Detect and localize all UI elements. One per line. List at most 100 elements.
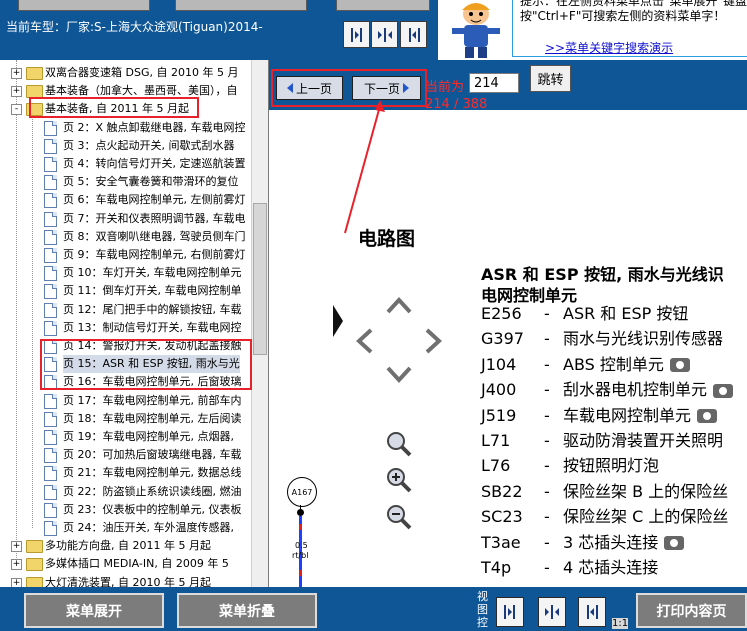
page-icon [44,466,57,482]
camera-icon[interactable] [713,383,734,398]
tree-item-label: 多功能方向盘, 自 2011 年 5 月起 [45,539,211,553]
zoom-out-button[interactable] [385,503,413,534]
legend-dash: - [544,380,550,400]
zoom-tool-button[interactable] [385,430,413,461]
page-number-input[interactable] [469,73,519,93]
legend-code: L76 [481,456,511,476]
legend-code: SC23 [481,507,523,527]
tree-item-label: 页 3：点火起动开关, 间歇式刮水器 [63,138,235,152]
menu-expand-button[interactable]: 菜单展开 [24,593,164,628]
page-icon [44,393,57,409]
legend-code: T3ae [481,532,521,552]
tree-guide-line [16,60,17,570]
print-page-button[interactable]: 打印内容页 [636,593,747,628]
legend-dash: - [544,354,550,374]
legend-dash: - [544,456,550,476]
top-menu-button-extra[interactable] [336,0,430,11]
current-page-label: 当前为 [425,80,465,95]
menu-collapse-button[interactable]: 菜单折叠 [177,593,317,628]
view-right-button[interactable] [400,21,427,48]
bottom-view-both-button[interactable] [538,597,566,627]
scale-indicator: 1:1 [612,618,629,629]
collapse-toggle-icon[interactable]: - [11,104,22,116]
wire-junction [297,509,304,516]
legend-code: E256 [481,304,522,323]
tree-item-label: 页 13：制动信号灯开关, 车载电网控 [63,320,242,334]
page-icon [44,193,57,209]
legend-description: 驱动防滑装置开关照明 [563,431,724,450]
pan-right-button[interactable] [425,328,443,357]
legend-code: SB22 [481,481,523,501]
legend-dash: - [544,481,550,501]
jump-button[interactable]: 跳转 [530,65,571,92]
view-control-label: 视图控 [477,590,488,629]
folder-icon [26,558,43,572]
tree-item-label: 页 8：双音喇叭继电器, 驾驶员侧车门 [63,229,246,243]
pan-left-button[interactable] [355,328,373,357]
legend-code: T4p [481,558,512,577]
view-both-button[interactable] [371,21,398,48]
current-car-model: 当前车型：厂家:S-上海大众途观(Tiguan)2014- [6,20,263,34]
tree-item-label: 页 22：防盗锁止系统识读线圈, 燃油 [63,484,242,498]
panel-left-icon [350,27,362,42]
connector-label: A167 [291,487,313,497]
pan-up-button[interactable] [386,296,412,317]
tree-item-label: 页 12：尾门把手中的解锁按钮, 车载 [63,302,242,316]
wire-red-mark [299,570,302,576]
page-icon [44,120,57,136]
legend-description: 3 芯插头连接 [563,532,659,552]
page-icon [44,448,57,464]
page-icon [44,138,57,154]
folder-icon [26,67,43,80]
page-icon [44,284,57,300]
expand-toggle-icon[interactable]: + [11,68,22,79]
camera-icon[interactable] [664,536,685,551]
expand-toggle-icon[interactable]: + [11,577,22,587]
chevron-left-icon [356,328,373,354]
legend-dash: - [544,532,550,552]
page-icon [44,211,57,227]
mechanic-mascot-icon [444,0,506,60]
tree-item-label: 页 10：车灯开关, 车载电网控制单元 [63,266,242,280]
bottom-view-left-button[interactable] [496,597,524,627]
legend-code: J104 [481,354,517,374]
page-icon [44,411,57,427]
bottom-view-right-button[interactable] [578,597,606,627]
legend-dash: - [544,329,550,349]
expand-toggle-icon[interactable]: + [11,541,22,553]
tree-item-label: 页 21：车载电网控制单元, 数据总线 [63,466,242,480]
tree-item-label: 页 23：仪表板中的控制单元, 仪表板 [63,502,242,516]
expand-toggle-icon[interactable]: + [11,86,22,98]
legend-description: 按钮照明灯泡 [563,456,660,476]
tree-guide-line [32,114,33,528]
tree-item-label: 页 18：车载电网控制单元, 左后阅读 [63,411,242,425]
legend-description: 刮水器电机控制单元 [563,380,708,400]
legend-code: G397 [481,329,524,349]
legend-code: J519 [481,405,517,425]
top-menu-button-right[interactable] [175,0,307,11]
camera-icon[interactable] [697,409,718,424]
expand-toggle-icon[interactable]: + [11,559,22,571]
chevron-up-icon [386,297,412,314]
tree-item-label: 大灯清洗装置, 自 2010 年 5 月起 [45,575,211,587]
keyword-search-demo-link[interactable]: >>菜单关键字搜索演示 [545,39,673,56]
magnifier-icon [387,432,412,457]
pan-down-button[interactable] [386,366,412,387]
legend-description: 保险丝架 B 上的保险丝 [563,481,729,501]
tree-item-label: 页 24：油压开关, 车外温度传感器, [63,521,234,534]
zoom-in-button[interactable] [385,466,413,497]
camera-icon[interactable] [669,358,690,373]
highlight-box-folder [29,97,199,118]
tree-item-label: 页 5：安全气囊卷簧和带滑环的复位 [63,175,239,189]
zoom-out-icon [387,505,412,530]
page-icon [44,430,57,445]
tree-scrollbar-thumb[interactable] [253,203,267,355]
legend-dash: - [544,431,550,450]
page-icon [44,320,57,336]
view-left-button[interactable] [343,21,370,48]
legend-description: 保险丝架 C 上的保险丝 [563,507,729,527]
panel-right-icon [408,27,420,42]
wire-gauge-label: 0.5 [295,541,308,550]
page-icon [44,521,57,536]
top-menu-button-left[interactable] [18,0,150,11]
